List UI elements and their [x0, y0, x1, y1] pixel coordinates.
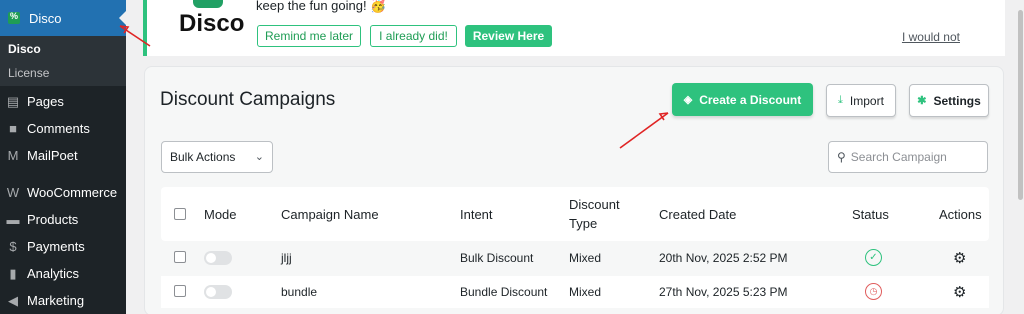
review-here-button[interactable]: Review Here	[465, 25, 552, 47]
header-status: Status	[852, 207, 889, 222]
admin-sidebar: Disco Disco License ▤ Pages ■ Comments M…	[0, 0, 126, 314]
select-all-checkbox[interactable]	[174, 208, 186, 220]
sidebar-item-comments[interactable]: ■ Comments	[0, 115, 126, 142]
chevron-down-icon: ⌄	[254, 151, 264, 163]
disco-percent-icon	[8, 11, 20, 24]
woocommerce-icon: W	[6, 184, 20, 200]
row-checkbox[interactable]	[174, 285, 186, 297]
sidebar-item-label: Marketing	[27, 293, 85, 308]
create-discount-button[interactable]: ◈ Create a Discount	[672, 83, 813, 116]
already-did-button[interactable]: I already did!	[370, 25, 457, 47]
sidebar-item-pages[interactable]: ▤ Pages	[0, 88, 126, 115]
campaign-intent: Bulk Discount	[460, 251, 534, 265]
search-campaign-input[interactable]: ⚲ Search Campaign	[828, 141, 988, 173]
settings-button[interactable]: ✱ Settings	[909, 84, 989, 117]
campaign-created: 20th Nov, 2025 2:52 PM	[659, 251, 788, 265]
header-discount-type: Discount Type	[569, 195, 620, 233]
campaign-type: Mixed	[569, 251, 602, 265]
sidebar-item-label: Analytics	[27, 266, 80, 281]
sidebar-item-label: Payments	[27, 239, 85, 254]
sidebar-item-marketing[interactable]: ◀ Marketing	[0, 287, 126, 314]
table-row: jljj Bulk Discount Mixed 20th Nov, 2025 …	[161, 242, 989, 274]
pages-icon: ▤	[6, 93, 20, 109]
toggle-knob	[206, 287, 216, 297]
header-created-date: Created Date	[659, 207, 737, 222]
import-label: Import	[849, 93, 884, 108]
settings-label: Settings	[933, 93, 981, 108]
campaigns-panel: Discount Campaigns ◈ Create a Discount ⤓…	[144, 66, 1004, 314]
sidebar-item-label: MailPoet	[27, 148, 78, 163]
sidebar-item-label: WooCommerce	[27, 185, 118, 200]
sidebar-item-payments[interactable]: $ Payments	[0, 233, 126, 260]
table-header: Mode Campaign Name Intent Discount Type …	[161, 187, 989, 241]
disco-badge	[193, 0, 223, 8]
campaign-name[interactable]: jljj	[281, 251, 292, 265]
remind-later-button[interactable]: Remind me later	[257, 25, 361, 47]
products-icon: ▬	[6, 211, 20, 227]
disco-logo-text: Disco	[179, 10, 245, 37]
gear-icon[interactable]: ⚙	[953, 283, 966, 301]
mode-toggle[interactable]	[204, 251, 232, 265]
scrollbar-thumb[interactable]	[1018, 10, 1023, 200]
header-discount-type-line1: Discount	[569, 197, 620, 212]
page-scrollbar[interactable]	[1017, 0, 1024, 314]
payments-icon: $	[9, 238, 17, 254]
header-actions: Actions	[939, 207, 982, 222]
marketing-icon: ◀	[8, 292, 18, 308]
submenu-item-disco[interactable]: Disco	[8, 42, 41, 56]
bulk-actions-select[interactable]: Bulk Actions ⌄	[161, 141, 273, 173]
gear-icon: ✱	[917, 95, 927, 107]
sidebar-item-analytics[interactable]: ▮ Analytics	[0, 260, 126, 287]
mode-toggle[interactable]	[204, 285, 232, 299]
header-intent: Intent	[460, 207, 493, 222]
gear-icon[interactable]: ⚙	[953, 249, 966, 267]
header-mode: Mode	[204, 207, 237, 222]
sidebar-item-label: Pages	[27, 94, 64, 109]
disco-submenu: Disco License	[0, 36, 126, 86]
toggle-knob	[206, 253, 216, 263]
campaign-name[interactable]: bundle	[281, 285, 317, 299]
sidebar-item-disco[interactable]: Disco	[0, 0, 126, 36]
row-checkbox[interactable]	[174, 251, 186, 263]
table-row: bundle Bundle Discount Mixed 27th Nov, 2…	[161, 276, 989, 308]
sidebar-item-label: Comments	[27, 121, 90, 136]
layers-icon: ◈	[683, 94, 693, 106]
active-notch	[119, 11, 126, 25]
download-icon: ⤓	[838, 94, 843, 106]
analytics-icon: ▮	[9, 265, 17, 281]
mailpoet-icon: M	[7, 147, 19, 163]
campaign-intent: Bundle Discount	[460, 285, 548, 299]
submenu-item-license[interactable]: License	[8, 66, 49, 80]
header-campaign-name: Campaign Name	[281, 207, 379, 222]
search-icon: ⚲	[837, 150, 846, 164]
campaign-type: Mixed	[569, 285, 602, 299]
disco-logo: Disco	[179, 0, 244, 40]
sidebar-item-mailpoet[interactable]: M MailPoet	[0, 142, 126, 169]
create-discount-label: Create a Discount	[699, 92, 802, 107]
sidebar-item-label: Disco	[29, 10, 62, 26]
header-discount-type-line2: Type	[569, 216, 598, 231]
sidebar-item-label: Products	[27, 212, 79, 227]
comment-icon: ■	[9, 120, 17, 136]
sidebar-item-products[interactable]: ▬ Products	[0, 206, 126, 233]
bulk-actions-value: Bulk Actions	[170, 150, 236, 164]
notice-message: keep the fun going! 🥳	[256, 0, 387, 13]
status-active-icon: ✓	[865, 249, 882, 266]
campaign-created: 27th Nov, 2025 5:23 PM	[659, 285, 788, 299]
dismiss-link[interactable]: I would not	[902, 30, 960, 44]
page-title: Discount Campaigns	[160, 89, 336, 110]
import-button[interactable]: ⤓ Import	[826, 84, 896, 117]
sidebar-item-woocommerce[interactable]: W WooCommerce	[0, 179, 126, 206]
status-scheduled-icon: ◷	[865, 283, 882, 300]
search-placeholder: Search Campaign	[850, 150, 947, 164]
review-notice: Disco keep the fun going! 🥳 Remind me la…	[143, 0, 1005, 56]
